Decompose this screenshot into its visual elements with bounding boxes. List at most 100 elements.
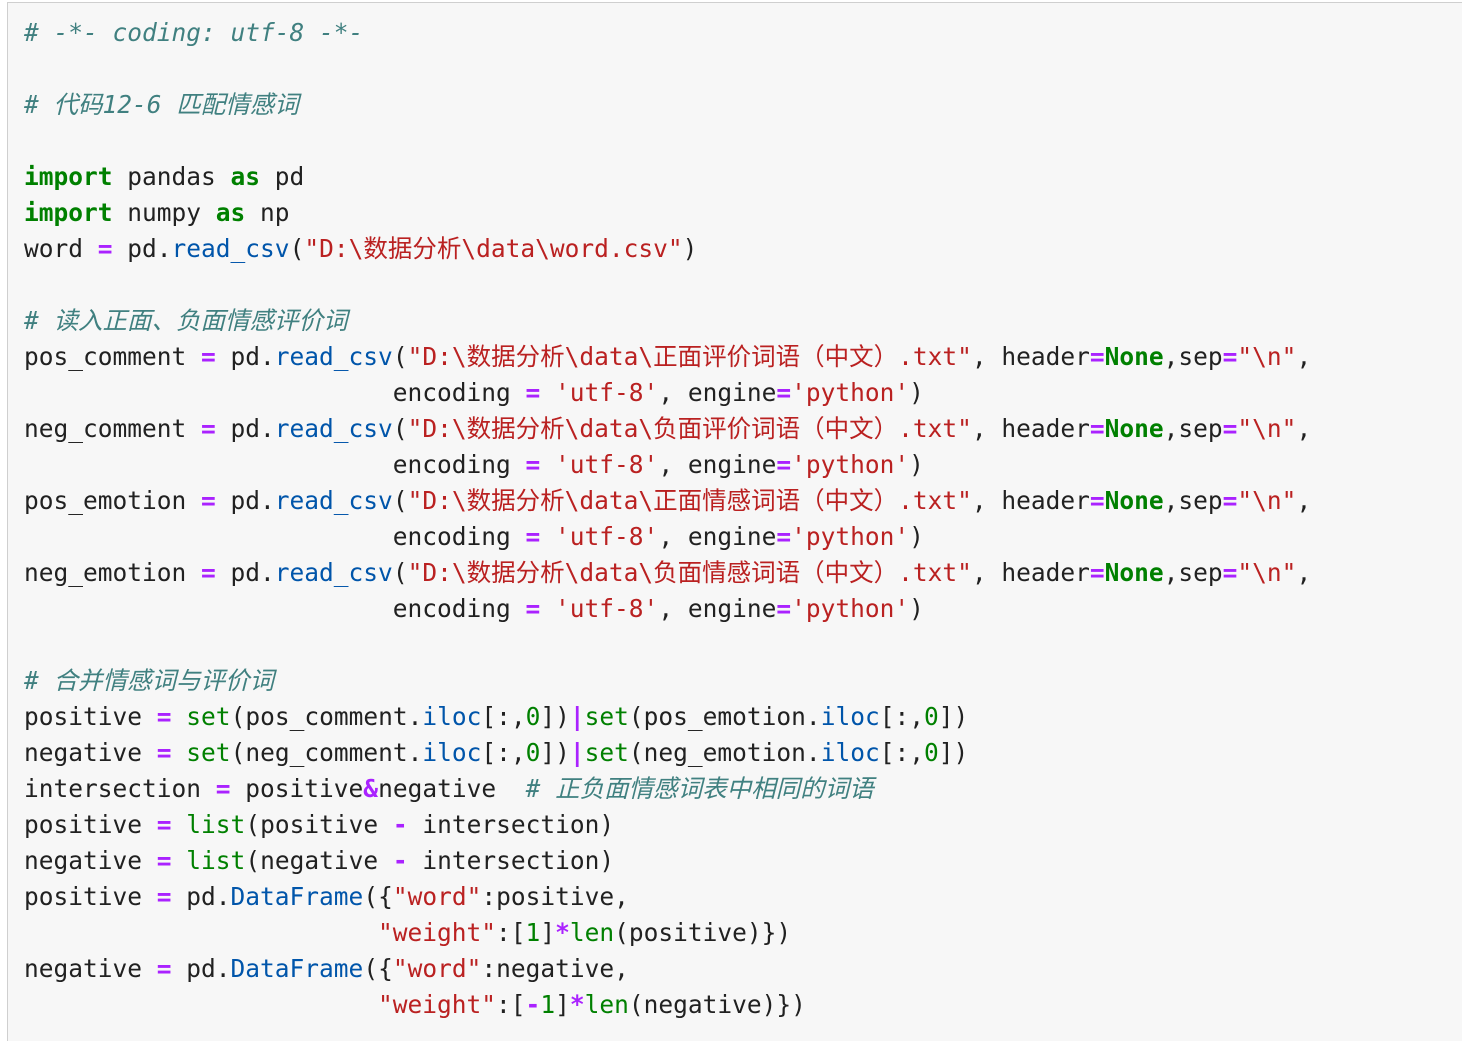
code-token-function-name: read_csv bbox=[171, 234, 290, 263]
code-token-text: encoding bbox=[24, 378, 526, 407]
code-token-text: ( bbox=[392, 486, 408, 515]
code-token-string: "D:\数据分析\data\正面情感词语（中文）.txt" bbox=[407, 486, 972, 515]
code-token-operator: = bbox=[201, 414, 216, 443]
code-token-keyword: None bbox=[1104, 414, 1164, 443]
code-token-text: negative bbox=[378, 774, 526, 803]
code-token-operator: = bbox=[1089, 414, 1105, 443]
code-token-text: , bbox=[1296, 558, 1312, 587]
code-token-operator: = bbox=[156, 810, 172, 839]
code-token-string: "word" bbox=[392, 882, 482, 911]
code-line: # 合并情感词与评价词 bbox=[24, 663, 1311, 699]
code-token-text: ) bbox=[909, 594, 924, 623]
code-token-operator: = bbox=[1222, 342, 1238, 371]
code-token-text: pd. bbox=[171, 882, 231, 911]
code-token-text: [:, bbox=[481, 702, 526, 731]
code-token-builtin: list bbox=[186, 846, 246, 875]
code-token-text: (negative bbox=[245, 846, 393, 875]
code-token-text: positive bbox=[24, 810, 157, 839]
code-line: encoding = 'utf-8', engine='python') bbox=[24, 447, 1311, 483]
code-token-text: ] bbox=[555, 990, 570, 1019]
code-line: positive = list(positive - intersection) bbox=[24, 807, 1311, 843]
code-token-text: ( bbox=[392, 414, 408, 443]
code-token-text: [:, bbox=[879, 702, 924, 731]
code-token-text: positive bbox=[24, 882, 157, 911]
code-line: intersection = positive&negative # 正负面情感… bbox=[24, 771, 1311, 807]
code-cell[interactable]: # -*- coding: utf-8 -*- # 代码12-6 匹配情感词 imp… bbox=[7, 2, 1462, 1041]
code-token-text: ) bbox=[682, 234, 698, 263]
code-token-number: 1 bbox=[540, 990, 556, 1019]
code-token-keyword: as bbox=[215, 198, 246, 227]
code-token-operator: = bbox=[97, 234, 113, 263]
code-token-text: [:, bbox=[481, 738, 526, 767]
code-token-string: 'python' bbox=[791, 522, 910, 551]
code-token-operator: = bbox=[525, 594, 541, 623]
code-token-text: ]) bbox=[938, 702, 969, 731]
code-token-text: ( bbox=[392, 558, 408, 587]
code-token-text: :[ bbox=[496, 990, 526, 1019]
code-line: "weight":[1]*len(positive)}) bbox=[24, 915, 1311, 951]
code-token-text: ) bbox=[909, 522, 924, 551]
code-token-string: "D:\数据分析\data\负面评价词语（中文）.txt" bbox=[407, 414, 972, 443]
code-token-function-name: iloc bbox=[820, 738, 880, 767]
code-token-function-name: read_csv bbox=[274, 414, 393, 443]
code-token-text: negative bbox=[24, 846, 157, 875]
code-token-function-name: iloc bbox=[820, 702, 880, 731]
code-token-text: ) bbox=[909, 450, 924, 479]
code-token-operator: * bbox=[569, 990, 585, 1019]
code-token-text: pd bbox=[260, 162, 305, 191]
code-token-operator: = bbox=[525, 378, 541, 407]
code-token-function-name: DataFrame bbox=[230, 882, 364, 911]
code-token-text: ,sep bbox=[1163, 342, 1223, 371]
code-token-operator: = bbox=[1089, 486, 1105, 515]
code-token-keyword: None bbox=[1104, 486, 1164, 515]
code-token-text: (neg_emotion. bbox=[628, 738, 821, 767]
code-line: positive = pd.DataFrame({"word":positive… bbox=[24, 879, 1311, 915]
code-token-text: :negative, bbox=[481, 954, 629, 983]
code-token-string: "\n" bbox=[1237, 342, 1297, 371]
code-token-operator: = bbox=[1222, 486, 1238, 515]
code-token-operator: = bbox=[1222, 414, 1238, 443]
code-token-string: "\n" bbox=[1237, 486, 1297, 515]
code-token-string: 'utf-8' bbox=[555, 378, 659, 407]
code-token-text: pd. bbox=[215, 486, 275, 515]
code-token-string: 'python' bbox=[791, 378, 910, 407]
code-token-string: "D:\数据分析\data\正面评价词语（中文）.txt" bbox=[407, 342, 972, 371]
code-token-operator: = bbox=[201, 558, 216, 587]
code-token-string: 'utf-8' bbox=[555, 594, 659, 623]
code-token-text: , engine bbox=[658, 522, 777, 551]
code-token-string: "word" bbox=[392, 954, 482, 983]
code-token-number: 0 bbox=[525, 738, 541, 767]
code-editor[interactable]: # -*- coding: utf-8 -*- # 代码12-6 匹配情感词 imp… bbox=[24, 15, 1311, 1023]
code-token-text: (pos_emotion. bbox=[628, 702, 821, 731]
code-token-text: , bbox=[1296, 342, 1312, 371]
code-token-comment: # 合并情感词与评价词 bbox=[24, 666, 274, 695]
code-token-number: 0 bbox=[923, 738, 939, 767]
code-token-text: ] bbox=[540, 918, 556, 947]
code-token-text: pandas bbox=[112, 162, 231, 191]
code-token-operator: = bbox=[156, 882, 172, 911]
code-token-function-name: read_csv bbox=[274, 558, 393, 587]
code-token-text: (neg_comment. bbox=[230, 738, 423, 767]
code-token-string: 'python' bbox=[791, 450, 910, 479]
code-line: negative = list(negative - intersection) bbox=[24, 843, 1311, 879]
code-token-builtin: set bbox=[186, 702, 231, 731]
code-token-text: , engine bbox=[658, 378, 777, 407]
code-token-text: intersection) bbox=[407, 810, 615, 839]
code-token-function-name: iloc bbox=[422, 738, 482, 767]
code-token-comment: # 读入正面、负面情感评价词 bbox=[24, 306, 348, 335]
code-line: "weight":[-1]*len(negative)}) bbox=[24, 987, 1311, 1023]
code-token-operator: & bbox=[363, 774, 379, 803]
code-token-builtin: set bbox=[584, 702, 629, 731]
code-token-operator: = bbox=[201, 342, 216, 371]
code-token-keyword: import bbox=[24, 198, 113, 227]
code-token-operator: = bbox=[156, 702, 172, 731]
code-token-text: ) bbox=[909, 378, 924, 407]
